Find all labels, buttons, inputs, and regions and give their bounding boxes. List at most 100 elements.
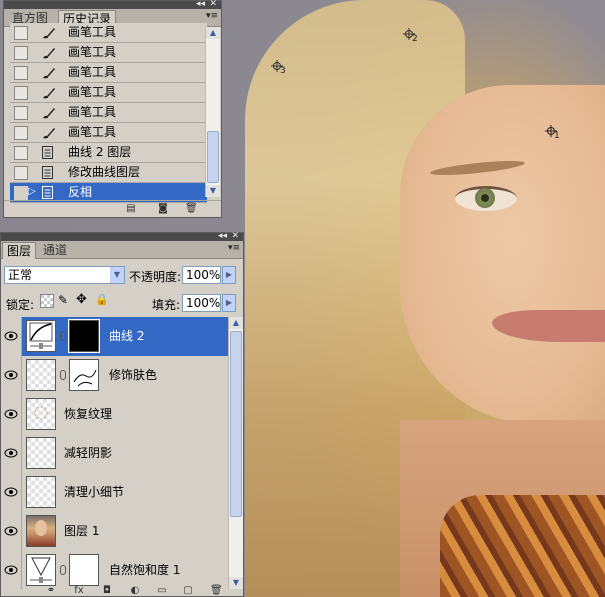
panel-menu-icon[interactable]: ▾≡ [228, 243, 240, 253]
history-source-checkbox[interactable] [14, 186, 28, 200]
scroll-up-icon[interactable]: ▲ [206, 27, 220, 39]
layer-name: 图层 1 [64, 524, 100, 538]
layer-visibility-toggle[interactable] [1, 434, 22, 473]
color-sampler-1[interactable]: 1 [545, 125, 560, 141]
layer-row[interactable]: 减轻阴影 [1, 434, 228, 474]
panel-menu-icon[interactable]: ▾≡ [206, 11, 218, 21]
scroll-up-icon[interactable]: ▲ [229, 317, 243, 329]
history-item[interactable]: 画笔工具 [10, 103, 207, 123]
tab-layers[interactable]: 图层 [2, 242, 37, 259]
fill-arrow-icon[interactable]: ▶ [222, 294, 236, 312]
link-layers-icon[interactable]: ⚭ [45, 585, 57, 596]
history-source-checkbox[interactable] [14, 166, 28, 180]
layer-list: 曲线 2 修饰肤色 恢复纹理 减轻阴影 清理小细节 图层 1 自然饱和度 1 [1, 317, 228, 589]
history-scrollbar[interactable]: ▲ ▼ [205, 27, 220, 197]
snapshot-icon[interactable]: ◙ [157, 203, 169, 214]
layers-scrollbar[interactable]: ▲ ▼ [228, 317, 243, 589]
opacity-arrow-icon[interactable]: ▶ [222, 266, 236, 284]
layer-visibility-toggle[interactable] [1, 512, 22, 551]
history-item-label: 画笔工具 [68, 25, 117, 39]
history-panel: ◂◂ ✕ 直方图 历史记录 ▾≡ 画笔工具 画笔工具 画笔工具 画笔工具 画笔工具 画笔工… [3, 0, 222, 218]
new-group-icon[interactable]: ▭ [156, 585, 168, 596]
layer-row[interactable]: 清理小细节 [1, 473, 228, 513]
close-icon[interactable]: ✕ [231, 231, 239, 241]
history-source-checkbox[interactable] [14, 26, 28, 40]
photo-necklace [440, 495, 605, 597]
brush-icon [40, 85, 56, 100]
layer-row[interactable]: 图层 1 [1, 512, 228, 552]
new-document-icon[interactable]: ▤ [125, 203, 137, 214]
chain-link-icon[interactable] [60, 331, 66, 341]
collapse-icon[interactable]: ◂◂ [196, 0, 205, 9]
sampler-label: 2 [412, 34, 418, 44]
lock-label: 锁定: [6, 298, 35, 312]
add-mask-icon[interactable]: ◘ [101, 585, 113, 596]
history-item[interactable]: 画笔工具 [10, 123, 207, 143]
brush-icon [40, 125, 56, 140]
color-sampler-3[interactable]: 3 [271, 60, 286, 76]
history-item[interactable]: 修改曲线图层 [10, 163, 207, 183]
trash-icon[interactable]: 🗑 [210, 585, 223, 596]
history-item[interactable]: 画笔工具 [10, 43, 207, 63]
layer-visibility-toggle[interactable] [1, 473, 22, 512]
lock-transparency-icon[interactable] [40, 294, 54, 308]
history-source-checkbox[interactable] [14, 146, 28, 160]
opacity-input[interactable]: 100% [182, 266, 221, 284]
layer-name: 清理小细节 [64, 485, 125, 499]
document-icon [40, 165, 56, 180]
color-sampler-2[interactable]: 2 [403, 28, 418, 44]
history-item[interactable]: 画笔工具 [10, 23, 207, 43]
panel-titlebar[interactable]: ◂◂ ✕ [1, 231, 243, 241]
layer-visibility-toggle[interactable] [1, 356, 22, 395]
scroll-thumb[interactable] [207, 131, 219, 183]
layer-mask-thumbnail[interactable] [68, 319, 100, 353]
history-source-checkbox[interactable] [14, 66, 28, 80]
history-bottom-bar: ▤ ◙ 🗑 [4, 200, 221, 217]
history-source-checkbox[interactable] [14, 86, 28, 100]
layer-row[interactable]: 曲线 2 [1, 317, 228, 357]
blend-mode-value: 正常 [8, 268, 33, 282]
trash-icon[interactable]: 🗑 [185, 203, 198, 214]
blend-mode-select[interactable]: 正常 ▼ [4, 266, 125, 284]
scroll-down-icon[interactable]: ▼ [206, 185, 220, 197]
sampler-label: 1 [554, 131, 560, 141]
history-item-label: 曲线 2 图层 [68, 145, 132, 159]
layer-row[interactable]: 修饰肤色 [1, 356, 228, 396]
close-icon[interactable]: ✕ [209, 0, 217, 9]
document-icon [40, 145, 56, 160]
opacity-label: 不透明度: [129, 270, 182, 284]
history-source-checkbox[interactable] [14, 46, 28, 60]
chain-link-icon[interactable] [60, 370, 66, 380]
layer-thumbnail [26, 515, 56, 547]
chain-link-icon[interactable] [60, 565, 66, 575]
history-source-checkbox[interactable] [14, 126, 28, 140]
layers-bottom-bar: ⚭ fx ◘ ◐ ▭ ▢ 🗑 [1, 583, 243, 596]
layer-row[interactable]: 恢复纹理 [1, 395, 228, 435]
history-item[interactable]: 曲线 2 图层 [10, 143, 207, 163]
lock-pixels-icon[interactable]: ✎ [58, 293, 68, 307]
layer-visibility-toggle[interactable] [1, 317, 22, 356]
adjustment-layer-icon[interactable]: ◐ [129, 585, 141, 596]
fill-input[interactable]: 100% [182, 294, 221, 312]
history-item-label: 画笔工具 [68, 125, 117, 139]
layer-mask-thumbnail[interactable] [69, 359, 99, 391]
history-item[interactable]: 画笔工具 [10, 63, 207, 83]
layer-mask-thumbnail[interactable] [69, 554, 99, 586]
chevron-down-icon: ▼ [110, 267, 124, 283]
lock-position-icon[interactable]: ✥ [76, 292, 87, 307]
layer-visibility-toggle[interactable] [1, 395, 22, 434]
fx-icon[interactable]: fx [73, 585, 85, 596]
collapse-icon[interactable]: ◂◂ [218, 231, 227, 241]
tab-channels[interactable]: 通道 [39, 242, 71, 258]
panel-titlebar[interactable]: ◂◂ ✕ [4, 0, 221, 9]
history-item-label: 反相 [68, 185, 93, 199]
scroll-thumb[interactable] [230, 331, 242, 517]
new-layer-icon[interactable]: ▢ [182, 585, 194, 596]
brush-icon [40, 45, 56, 60]
layers-tabs: 图层 通道 ▾≡ [1, 241, 243, 259]
brush-icon [40, 25, 56, 40]
history-item-label: 修改曲线图层 [68, 165, 141, 179]
history-item[interactable]: 画笔工具 [10, 83, 207, 103]
history-source-checkbox[interactable] [14, 106, 28, 120]
lock-all-icon[interactable]: 🔒 [95, 293, 109, 306]
